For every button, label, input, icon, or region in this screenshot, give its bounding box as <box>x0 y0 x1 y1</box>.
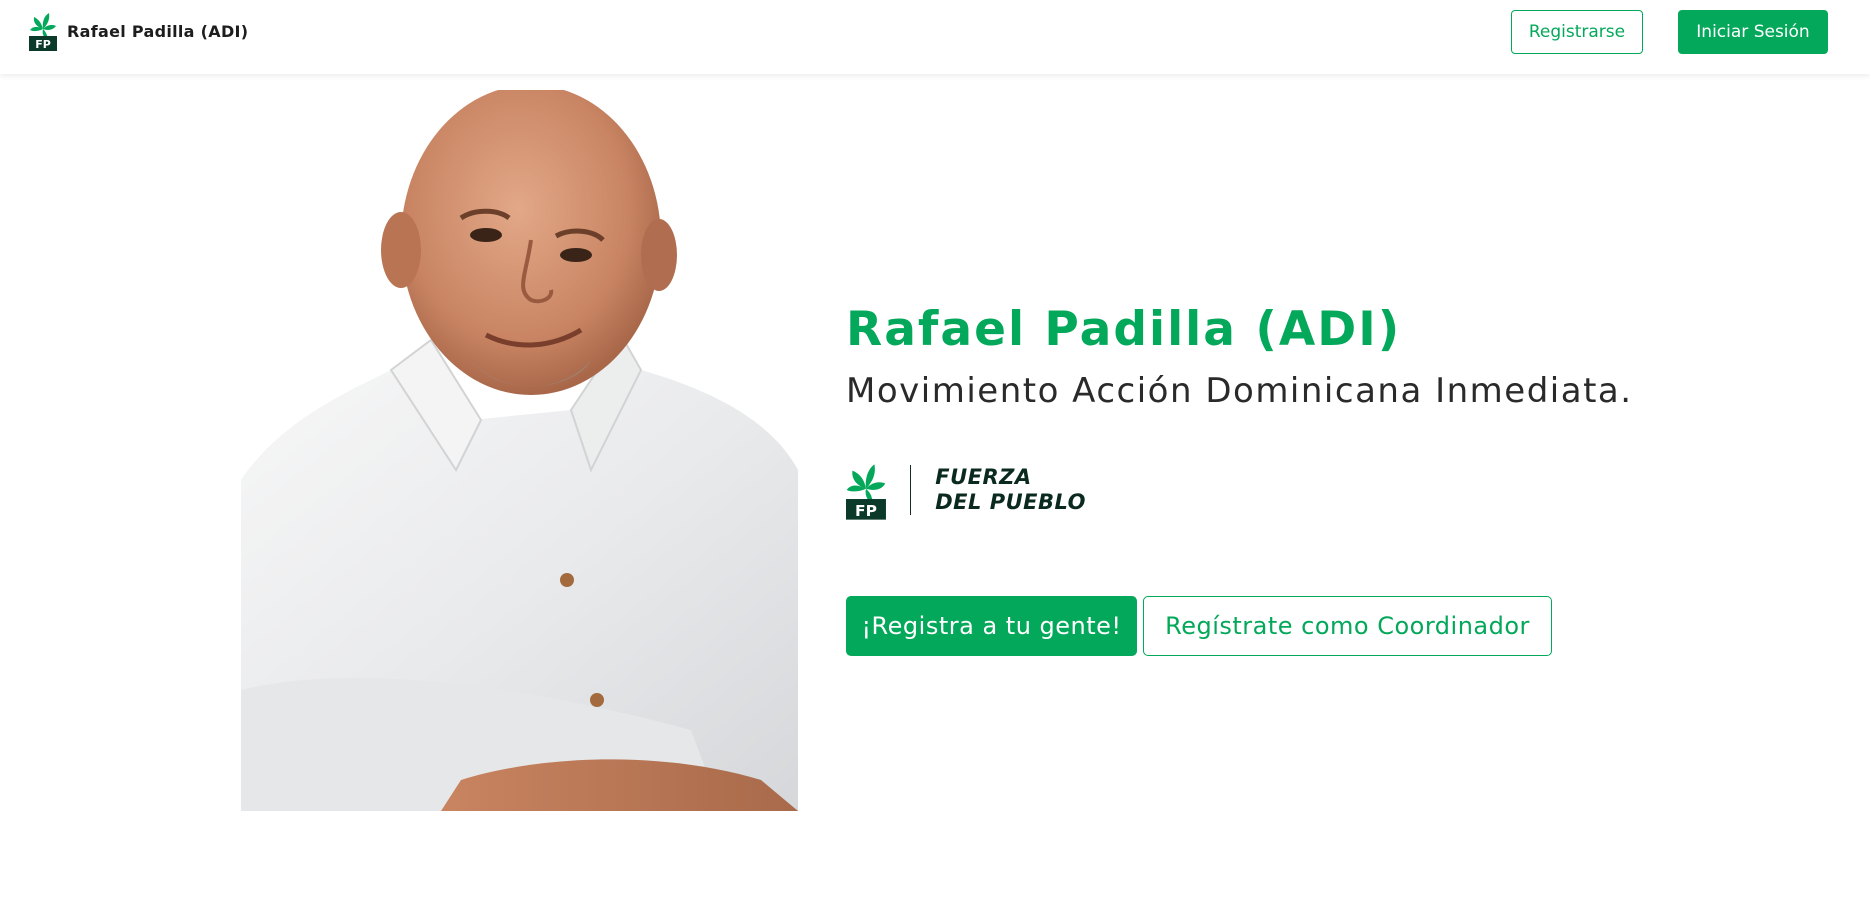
candidate-portrait <box>241 90 798 811</box>
svg-text:FP: FP <box>35 38 51 51</box>
logo-divider <box>909 465 912 515</box>
fuerza-del-pueblo-logo: FP FUERZA DEL PUEBLO <box>846 443 1086 537</box>
party-name-line1: FUERZA <box>935 465 1032 489</box>
brand-home-link[interactable]: FP Rafael Padilla (ADI) <box>29 11 248 51</box>
party-name-line2: DEL PUEBLO <box>935 490 1086 514</box>
hero-title: Rafael Padilla (ADI) <box>846 302 1402 357</box>
cta-row: ¡Registra a tu gente! Regístrate como Co… <box>846 596 1552 656</box>
register-button[interactable]: Registrarse <box>1511 10 1643 54</box>
man-in-white-shirt-portrait <box>241 90 798 811</box>
hero-subtitle: Movimiento Acción Dominicana Inmediata. <box>846 371 1633 411</box>
register-as-coordinator-button[interactable]: Regístrate como Coordinador <box>1143 596 1552 656</box>
brand-name: Rafael Padilla (ADI) <box>67 21 249 41</box>
fp-emblem-icon: FP <box>846 464 886 520</box>
top-navbar: FP Rafael Padilla (ADI) Registrarse Inic… <box>0 0 1870 74</box>
fp-flower-logo-icon: FP <box>29 13 57 51</box>
fp-emblem-text: FP <box>855 502 877 520</box>
register-your-people-button[interactable]: ¡Registra a tu gente! <box>846 596 1137 656</box>
login-button[interactable]: Iniciar Sesión <box>1678 10 1828 54</box>
party-name: FUERZA DEL PUEBLO <box>935 465 1086 515</box>
